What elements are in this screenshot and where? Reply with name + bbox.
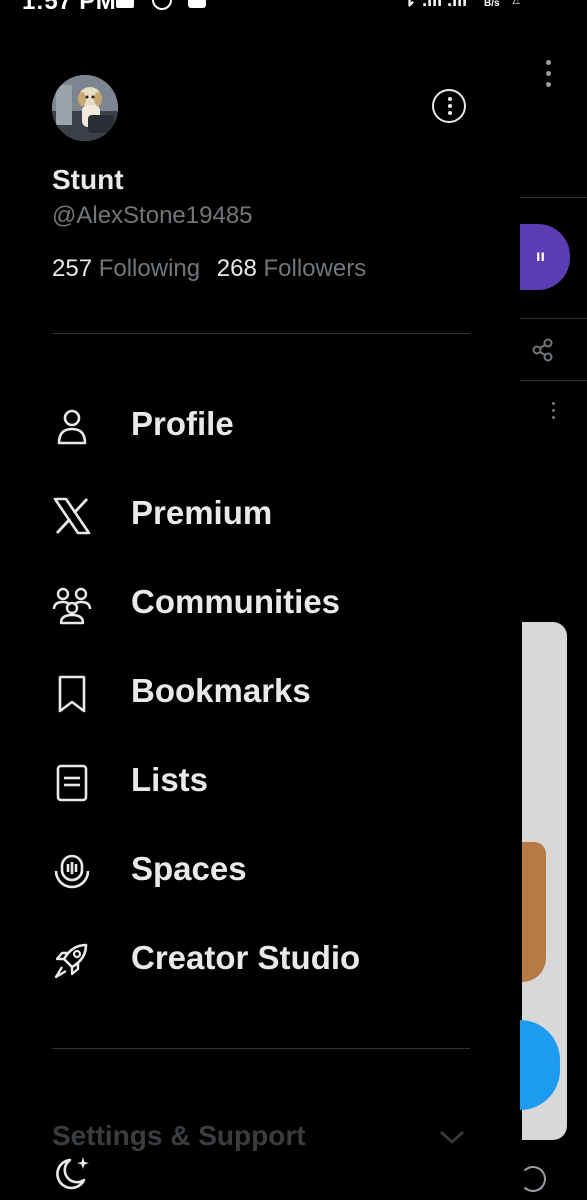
menu-item-label: Lists	[131, 761, 209, 798]
user-handle: @AlexStone19485	[52, 202, 253, 229]
list-icon	[56, 764, 88, 802]
menu-item-label: Bookmarks	[131, 672, 311, 709]
person-icon	[57, 409, 87, 445]
x-logo-icon	[53, 497, 91, 535]
navigation-drawer: Stunt @AlexStone19485 257 Following 268 …	[0, 14, 520, 1200]
followers-label: Followers	[263, 255, 367, 282]
whatsapp-icon	[152, 0, 172, 10]
following-link[interactable]: 257 Following	[52, 255, 210, 282]
feed-divider	[520, 197, 587, 198]
status-bar: 1:57 PM ⇂ .ııl .ııl B/s ⚠ 100	[0, 0, 587, 14]
tweet-more-icon	[552, 402, 555, 423]
menu-item-communities[interactable]: Communities	[50, 573, 470, 633]
chevron-down-icon[interactable]	[438, 1128, 466, 1146]
person-notification-icon	[116, 0, 134, 8]
bookmark-icon	[58, 675, 86, 713]
avatar-dog-image	[52, 75, 118, 141]
menu-item-label: Spaces	[131, 850, 247, 887]
feed-divider	[520, 380, 587, 381]
account-more-button[interactable]	[432, 89, 466, 123]
dark-mode-icon[interactable]	[52, 1154, 92, 1192]
spaces-dots-icon: ıı	[536, 248, 545, 265]
menu-item-profile[interactable]: Profile	[50, 395, 470, 455]
status-time: 1:57 PM	[22, 0, 117, 14]
share-icon	[532, 338, 553, 362]
divider	[52, 333, 470, 334]
display-name[interactable]: Stunt	[52, 164, 124, 196]
background-feed: ıı	[520, 0, 587, 1200]
menu-item-label: Communities	[131, 583, 341, 620]
loading-spinner-icon	[520, 1166, 546, 1192]
spaces-bubble: ıı	[520, 224, 570, 290]
media-illustration	[522, 842, 546, 982]
menu-item-lists[interactable]: Lists	[50, 751, 470, 811]
more-options-icon	[546, 60, 552, 93]
gallery-notification-icon	[188, 0, 206, 8]
menu-item-spaces[interactable]: Spaces	[50, 840, 470, 900]
communities-icon	[52, 587, 92, 625]
menu-item-label: Profile	[131, 405, 234, 442]
rocket-icon	[54, 943, 88, 979]
menu-item-bookmarks[interactable]: Bookmarks	[50, 662, 470, 722]
avatar[interactable]	[52, 75, 118, 141]
signal-icon: ⇂ .ııl .ııl	[402, 0, 468, 10]
menu-item-label: Creator Studio	[131, 939, 361, 976]
following-label: Following	[98, 255, 201, 282]
menu-item-creator-studio[interactable]: Creator Studio	[50, 929, 470, 989]
follow-stats: 257 Following 268 Followers	[52, 255, 376, 283]
settings-support-toggle[interactable]: Settings & Support	[52, 1120, 306, 1152]
following-count: 257	[52, 255, 93, 282]
followers-link[interactable]: 268 Followers	[217, 255, 376, 282]
menu-item-label: Premium	[131, 494, 273, 531]
followers-count: 268	[216, 255, 257, 282]
network-speed-unit: B/s	[484, 0, 500, 9]
divider	[52, 1048, 470, 1049]
spaces-icon	[54, 854, 90, 889]
feed-divider	[520, 318, 587, 319]
menu-item-premium[interactable]: Premium	[50, 484, 470, 544]
